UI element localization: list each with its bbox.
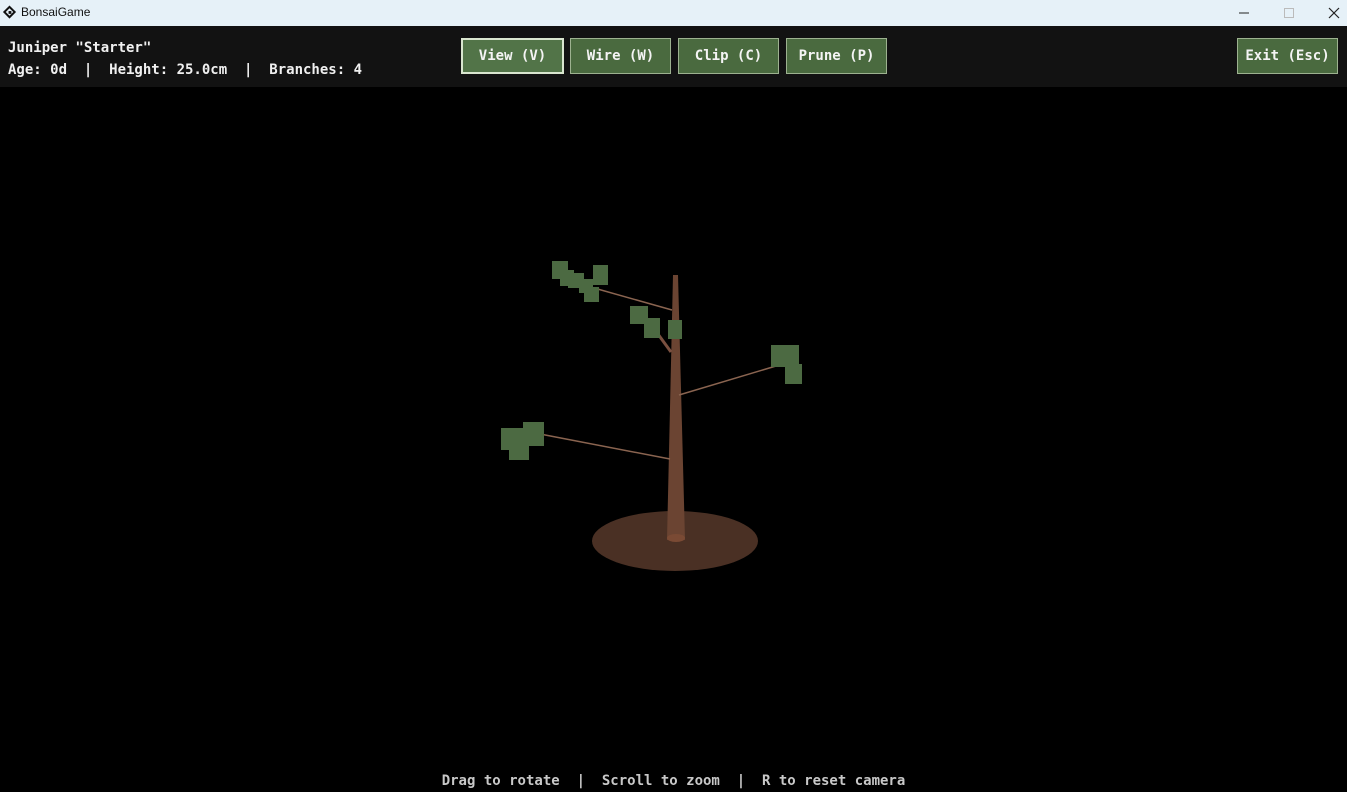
exit-button[interactable]: Exit (Esc): [1237, 38, 1338, 74]
clip-mode-button[interactable]: Clip (C): [678, 38, 779, 74]
maximize-icon: [1284, 8, 1294, 18]
view-mode-button[interactable]: View (V): [461, 38, 564, 74]
tree-trunk[interactable]: [667, 275, 685, 540]
foliage-pad-right[interactable]: [771, 345, 802, 384]
foliage-pad-lower-left[interactable]: [501, 422, 544, 460]
trunk-base: [667, 534, 685, 542]
wire-mode-button[interactable]: Wire (W): [570, 38, 671, 74]
scene-viewport[interactable]: [0, 87, 1347, 792]
minimize-button[interactable]: [1222, 0, 1266, 26]
close-button[interactable]: [1312, 0, 1347, 26]
tree-name: Juniper "Starter": [8, 40, 152, 56]
prune-mode-button[interactable]: Prune (P): [786, 38, 887, 74]
branch-right[interactable]: [678, 365, 777, 396]
window-title: BonsaiGame: [21, 5, 91, 19]
maximize-button[interactable]: [1267, 0, 1311, 26]
window-title-bar: BonsaiGame: [0, 0, 1347, 26]
close-icon: [1328, 7, 1340, 19]
controls-hint: Drag to rotate | Scroll to zoom | R to r…: [441, 773, 906, 789]
tree-stats: Age: 0d | Height: 25.0cm | Branches: 4: [8, 62, 363, 78]
minimize-icon: [1239, 12, 1249, 14]
hud-bar: Juniper "Starter" Age: 0d | Height: 25.0…: [0, 26, 1347, 87]
foliage-pad-top-left[interactable]: [552, 261, 608, 302]
app-icon: [2, 5, 17, 19]
branch-lower-left[interactable]: [539, 433, 671, 460]
